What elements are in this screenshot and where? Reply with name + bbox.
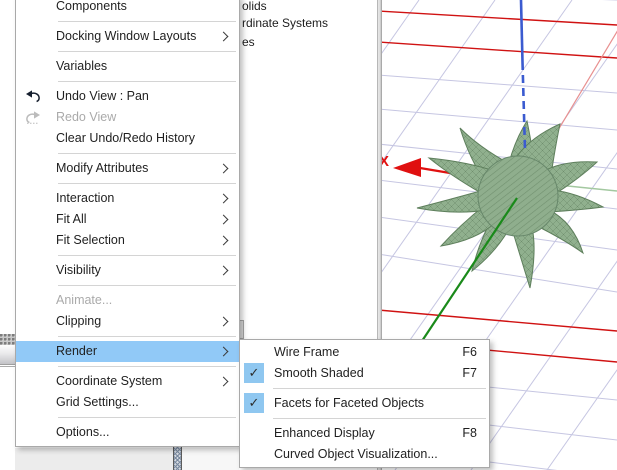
tree-item-fragment[interactable]: es [242, 35, 255, 49]
menu-item-animate[interactable]: Animate... [16, 290, 239, 311]
menu-item-label: Enhanced Display [274, 426, 375, 440]
menu-item-interaction[interactable]: Interaction [16, 188, 239, 209]
menu-item-coordinate-system[interactable]: Coordinate System [16, 371, 239, 392]
shortcut-label: F8 [462, 426, 477, 440]
chevron-right-icon [218, 316, 229, 327]
menu-item-label: Wire Frame [274, 345, 340, 359]
fan-3d-object[interactable] [416, 119, 605, 289]
shortcut-label: F6 [462, 345, 477, 359]
menu-separator [240, 414, 489, 423]
menu-item-label: Render [56, 344, 97, 358]
menu-item-docking-window-layouts[interactable]: Docking Window Layouts [16, 26, 239, 47]
checkmark-icon: ✓ [244, 363, 264, 383]
menu-item-label: Docking Window Layouts [56, 29, 197, 43]
menu-item-label: Interaction [56, 191, 115, 205]
menu-separator [240, 384, 489, 393]
menu-separator [16, 77, 239, 86]
chevron-right-icon [218, 193, 229, 204]
menu-item-options[interactable]: Options... [16, 422, 239, 443]
menu-separator [16, 17, 239, 26]
menu-item-label: Curved Object Visualization... [274, 447, 438, 461]
menu-item-facets-for-faceted-objects[interactable]: ✓ Facets for Faceted Objects [240, 393, 489, 414]
menu-item-label: Visibility [56, 263, 101, 277]
menu-item-label: Clipping [56, 314, 102, 328]
chevron-right-icon [218, 346, 229, 357]
chevron-right-icon [218, 235, 229, 246]
menu-separator [16, 149, 239, 158]
menu-separator [16, 179, 239, 188]
menu-item-smooth-shaded[interactable]: ✓ Smooth Shaded F7 [240, 363, 489, 384]
menu-item-undo-view-pan[interactable]: Undo View : Pan [16, 86, 239, 107]
menu-item-enhanced-display[interactable]: Enhanced Display F8 [240, 423, 489, 444]
tree-item-fragment[interactable]: olids [242, 0, 267, 13]
panel-background [182, 448, 239, 470]
checkmark-icon: ✓ [244, 393, 264, 413]
menu-separator [16, 413, 239, 422]
menu-item-fit-all[interactable]: Fit All [16, 209, 239, 230]
redo-icon [25, 110, 43, 125]
menu-separator [16, 251, 239, 260]
menu-separator [16, 281, 239, 290]
chevron-right-icon [218, 31, 229, 42]
menu-separator [16, 362, 239, 371]
menu-item-fit-selection[interactable]: Fit Selection [16, 230, 239, 251]
menu-item-label: Modify Attributes [56, 161, 149, 175]
shortcut-label: F7 [462, 366, 477, 380]
menu-item-label: Fit All [56, 212, 87, 226]
menu-item-label: Animate... [56, 293, 113, 307]
menu-item-label: Fit Selection [56, 233, 125, 247]
menu-item-label: Components [56, 0, 127, 13]
chevron-right-icon [218, 214, 229, 225]
view-context-menu: Components Docking Window Layouts Variable… [15, 0, 240, 447]
menu-item-clipping[interactable]: Clipping [16, 311, 239, 332]
panel-background [15, 448, 173, 470]
menu-item-wire-frame[interactable]: Wire Frame F6 [240, 342, 489, 363]
menu-item-visibility[interactable]: Visibility [16, 260, 239, 281]
menu-item-grid-settings[interactable]: Grid Settings... [16, 392, 239, 413]
window-splitter-handle[interactable] [173, 447, 182, 470]
menu-item-label: Clear Undo/Redo History [56, 131, 195, 145]
menu-item-label: Options... [56, 425, 110, 439]
menu-item-label: Redo View [56, 110, 117, 124]
menu-item-curved-object-visualization[interactable]: Curved Object Visualization... [240, 444, 489, 465]
menu-separator [16, 47, 239, 56]
menu-item-render[interactable]: Render [16, 341, 239, 362]
menu-item-modify-attributes[interactable]: Modify Attributes [16, 158, 239, 179]
menu-item-redo-view[interactable]: Redo View [16, 107, 239, 128]
fan-hub [477, 155, 559, 237]
undo-icon [25, 89, 43, 104]
menu-separator [16, 332, 239, 341]
menu-item-clear-undo-redo-history[interactable]: Clear Undo/Redo History [16, 128, 239, 149]
chevron-right-icon [218, 163, 229, 174]
chevron-right-icon [218, 265, 229, 276]
chevron-right-icon [218, 376, 229, 387]
menu-item-label: Coordinate System [56, 374, 163, 388]
render-submenu: Wire Frame F6 ✓ Smooth Shaded F7 ✓ Facets for … [239, 339, 490, 468]
menu-item-label: Undo View : Pan [56, 89, 149, 103]
menu-item-components[interactable]: Components [16, 0, 239, 17]
menu-item-label: Variables [56, 59, 108, 73]
menu-item-label: Grid Settings... [56, 395, 139, 409]
menu-item-label: Smooth Shaded [274, 366, 364, 380]
menu-item-label: Facets for Faceted Objects [274, 396, 425, 410]
menu-item-variables[interactable]: Variables [16, 56, 239, 77]
tree-item-fragment[interactable]: rdinate Systems [242, 16, 328, 30]
